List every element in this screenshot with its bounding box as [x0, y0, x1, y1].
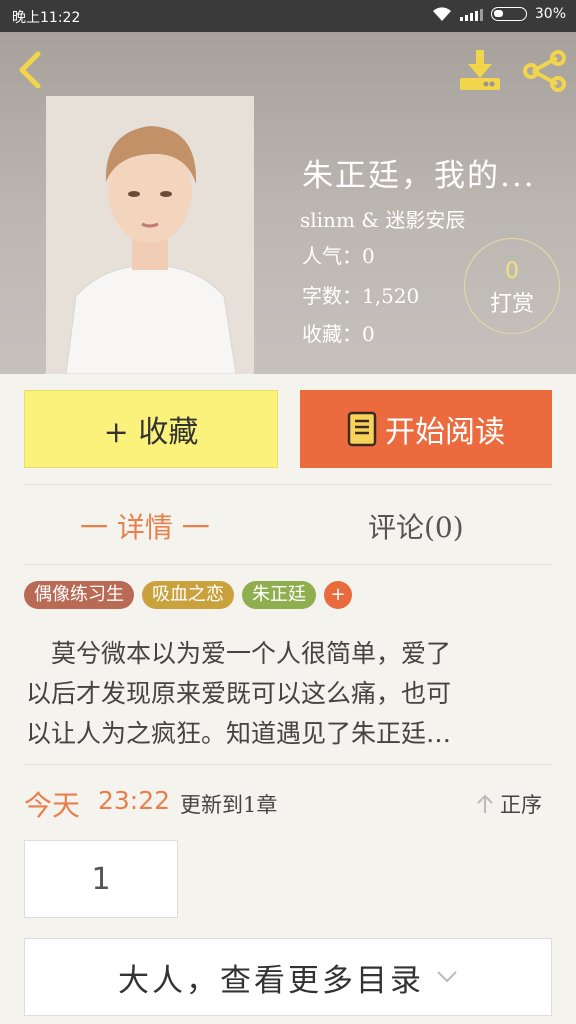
book-author[interactable]: slinm & 迷影安辰: [300, 204, 465, 233]
tag-item[interactable]: 吸血之恋: [142, 581, 234, 609]
more-catalog-button[interactable]: 大人，查看更多目录: [24, 938, 552, 1016]
chapter-number: 1: [91, 861, 111, 897]
update-text: 更新到1章: [180, 793, 278, 817]
status-indicators: 30%: [432, 6, 566, 22]
update-day: 今天: [24, 789, 81, 822]
sort-order-button[interactable]: 正序: [474, 789, 542, 819]
description-line: 以后才发现原来爱既可以这么痛，也可: [26, 679, 452, 708]
stat-value: 0: [362, 322, 375, 346]
divider: [24, 484, 552, 485]
tab-comments[interactable]: 评论(0): [368, 506, 464, 546]
share-icon[interactable]: [522, 50, 568, 92]
description-line: 莫兮微本以为爱一个人很简单，爱了: [26, 639, 452, 668]
book-icon: [347, 411, 377, 447]
arrow-up-icon: [477, 794, 493, 813]
book-description[interactable]: 莫兮微本以为爱一个人很简单，爱了 以后才发现原来爱既可以这么痛，也可 以让人为之…: [26, 634, 546, 754]
back-arrow-icon[interactable]: [14, 50, 48, 90]
cover-portrait: [46, 96, 254, 374]
stat-popularity: 人气：0: [302, 240, 375, 269]
battery-icon: [490, 7, 527, 21]
book-cover[interactable]: [46, 96, 254, 374]
chapter-item[interactable]: 1: [24, 840, 178, 918]
stat-value: 0: [362, 244, 375, 268]
stat-value: 1,520: [362, 284, 420, 308]
add-favorite-label: + 收藏: [103, 415, 199, 450]
wifi-icon: [432, 7, 451, 21]
tag-item[interactable]: 朱正廷: [242, 581, 316, 609]
signal-icon: [459, 7, 483, 21]
divider: [24, 564, 552, 565]
status-bar: 晚上11:22 30%: [0, 0, 576, 32]
sort-order-label: 正序: [500, 793, 542, 817]
stat-label: 收藏：: [302, 322, 362, 346]
divider: [24, 764, 552, 765]
start-reading-label: 开始阅读: [385, 415, 505, 450]
chevron-down-icon: [437, 971, 457, 983]
book-title: 朱正廷，我的...: [302, 158, 536, 194]
book-header: 朱正廷，我的... slinm & 迷影安辰 人气：0 字数：1,520 收藏：…: [0, 32, 576, 374]
tag-list: 偶像练习生 吸血之恋 朱正廷 +: [24, 581, 352, 609]
status-time: 晚上11:22: [12, 10, 81, 26]
stat-word-count: 字数：1,520: [302, 280, 419, 309]
stat-label: 字数：: [302, 284, 362, 308]
more-catalog-label: 大人，查看更多目录: [118, 962, 424, 999]
tab-detail[interactable]: 一 详情 一: [80, 506, 210, 546]
stat-label: 人气：: [302, 244, 362, 268]
description-line: 以让人为之疯狂。知道遇见了朱正廷…: [26, 719, 452, 748]
update-time: 23:22: [98, 786, 171, 815]
stat-favorites: 收藏：0: [302, 318, 375, 347]
download-icon[interactable]: [458, 48, 502, 92]
tag-item[interactable]: 偶像练习生: [24, 581, 134, 609]
add-tag-button[interactable]: +: [324, 581, 352, 609]
tip-count: 0: [505, 259, 519, 284]
tip-button[interactable]: 0 打赏: [464, 238, 560, 334]
tip-label: 打赏: [489, 292, 534, 317]
add-favorite-button[interactable]: + 收藏: [24, 390, 278, 468]
battery-percent: 30%: [534, 6, 566, 22]
start-reading-button[interactable]: 开始阅读: [300, 390, 552, 468]
